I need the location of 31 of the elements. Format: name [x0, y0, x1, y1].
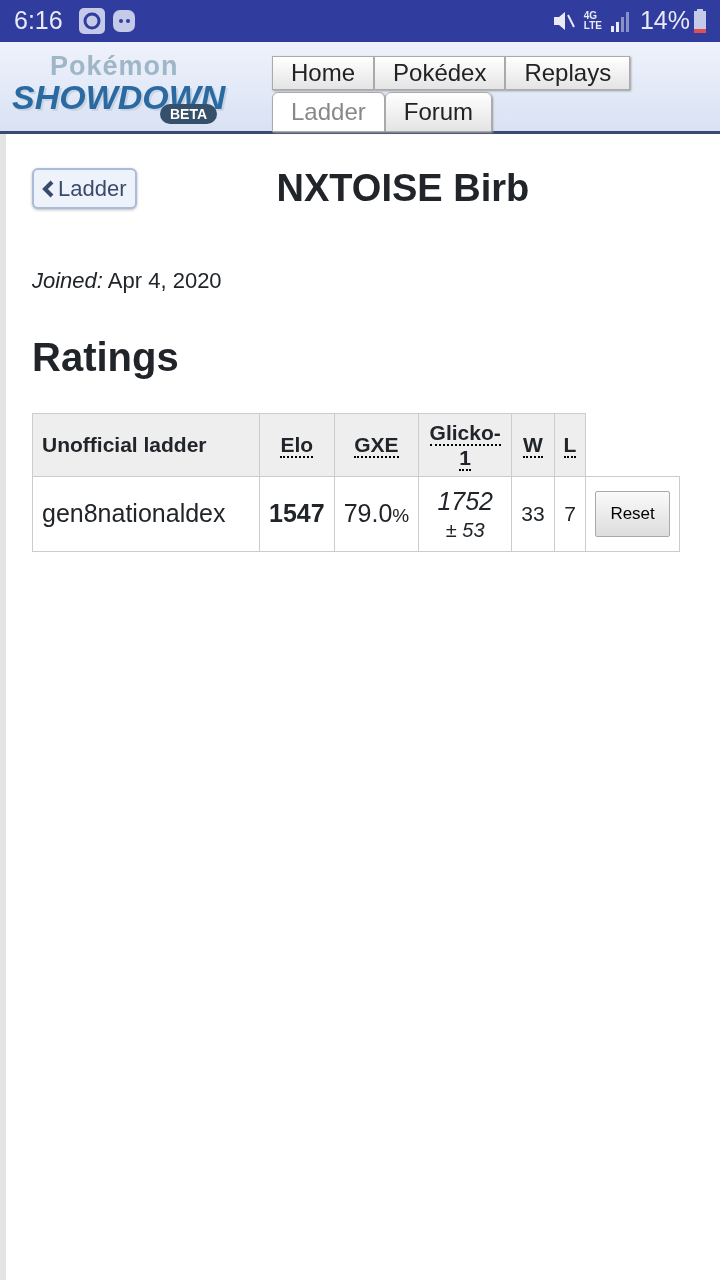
table-cell: 1547: [259, 476, 335, 552]
nav-tab[interactable]: Replays: [505, 56, 631, 90]
clock-text: 6:16: [14, 5, 63, 37]
table-cell: 79.0%: [334, 476, 419, 552]
table-cell: 7: [554, 476, 586, 552]
column-header: GXE: [334, 413, 419, 477]
battery-icon: [694, 9, 706, 33]
section-heading: Ratings: [32, 333, 180, 381]
signal-icon: [609, 10, 632, 32]
mute-icon: [551, 9, 576, 33]
app-icon: [78, 8, 105, 34]
battery-text: 14%: [639, 5, 690, 37]
back-button[interactable]: Ladder: [32, 168, 137, 210]
column-header: W: [511, 413, 555, 477]
reset-button[interactable]: Reset: [595, 491, 670, 537]
column-header: Elo: [259, 413, 335, 477]
nav-tab[interactable]: Pokédex: [374, 56, 506, 90]
column-header: L: [554, 413, 586, 477]
nav-tab[interactable]: Ladder: [272, 92, 385, 132]
network-text: 4G LTE: [583, 11, 602, 31]
table-cell: gen8nationaldex: [32, 476, 260, 552]
gamepad-icon: [112, 10, 135, 32]
nav-tab[interactable]: Home: [272, 56, 375, 90]
column-header: Unofficial ladder: [32, 413, 260, 477]
joined-text: Joined: Apr 4, 2020: [32, 266, 223, 295]
nav-tab[interactable]: Forum: [384, 92, 493, 132]
user-title: NXTOISE Birb: [276, 166, 530, 211]
chevron-left-icon: [42, 179, 54, 198]
table-cell: 33: [511, 476, 555, 552]
column-header: Glicko-1: [418, 413, 512, 477]
table-cell: 1752 ± 53: [418, 476, 512, 552]
